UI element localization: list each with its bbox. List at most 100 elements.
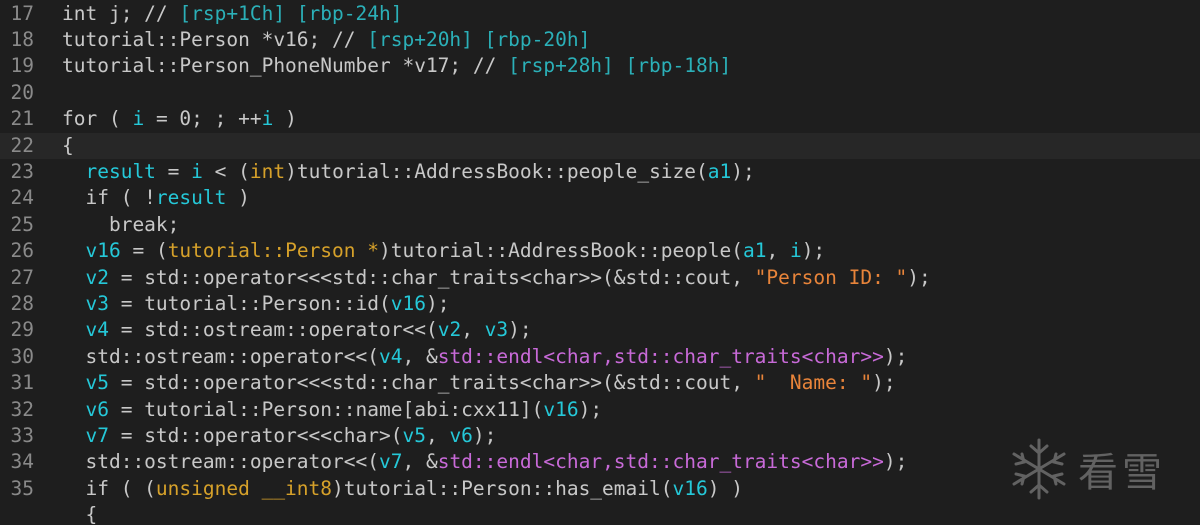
line-number: 33 bbox=[10, 423, 34, 447]
code-text[interactable]: v5 = std::operator<<<std::char_traits<ch… bbox=[62, 370, 896, 396]
line-number: 29 bbox=[10, 318, 34, 342]
code-token: if ( ( bbox=[62, 476, 156, 500]
code-line[interactable]: 32 v6 = tutorial::Person::name[abi:cxx11… bbox=[0, 397, 1200, 423]
code-token: "Person ID: " bbox=[754, 265, 908, 289]
code-token: v3 bbox=[85, 291, 109, 315]
code-text[interactable]: if ( !result ) bbox=[62, 185, 250, 211]
code-token: break; bbox=[62, 212, 180, 236]
code-token: < ( bbox=[202, 159, 250, 183]
line-number: 35 bbox=[10, 476, 34, 500]
code-token: result bbox=[155, 186, 227, 210]
code-token: v16 bbox=[85, 239, 121, 263]
code-token: v2 bbox=[85, 265, 109, 289]
code-text[interactable]: v4 = std::ostream::operator<<(v2, v3); bbox=[62, 317, 531, 343]
code-line[interactable]: 25 break; bbox=[0, 212, 1200, 238]
code-line[interactable]: 24 if ( !result ) bbox=[0, 185, 1200, 211]
code-text[interactable]: v7 = std::operator<<<char>(v5, v6); bbox=[62, 423, 496, 449]
line-number: 21 bbox=[10, 107, 34, 131]
code-token: = bbox=[155, 159, 192, 183]
code-token: ); bbox=[907, 265, 931, 289]
code-text[interactable]: std::ostream::operator<<(v7, &std::endl<… bbox=[62, 449, 907, 475]
code-line[interactable]: 21 for ( i = 0; ; ++i ) bbox=[0, 106, 1200, 132]
code-token: , bbox=[766, 239, 790, 263]
code-token: )tutorial::Person::has_email( bbox=[332, 476, 673, 500]
code-token: tutorial::Person * bbox=[167, 239, 380, 263]
code-line[interactable]: 29 v4 = std::ostream::operator<<(v2, v3)… bbox=[0, 317, 1200, 343]
code-token: ); bbox=[872, 371, 896, 395]
code-token: v7 bbox=[378, 450, 403, 474]
code-token: tutorial::Person *v16; // bbox=[62, 27, 368, 51]
line-number: 27 bbox=[10, 265, 34, 289]
code-token: i bbox=[261, 107, 274, 131]
line-number: 26 bbox=[10, 239, 34, 263]
code-line[interactable]: { bbox=[0, 502, 1200, 525]
code-token: std::endl<char,std::char_traits<char>> bbox=[437, 344, 884, 368]
code-token: std::ostream::operator<<( bbox=[62, 344, 379, 368]
code-line[interactable]: 30 std::ostream::operator<<(v4, &std::en… bbox=[0, 344, 1200, 370]
code-text[interactable]: { bbox=[62, 502, 97, 525]
code-text[interactable]: v3 = tutorial::Person::id(v16); bbox=[62, 291, 449, 317]
code-token: v16 bbox=[672, 476, 708, 500]
code-token: i bbox=[191, 159, 203, 183]
code-token: , bbox=[425, 423, 450, 447]
code-token: v2 bbox=[437, 318, 462, 342]
code-line[interactable]: 26 v16 = (tutorial::Person *)tutorial::A… bbox=[0, 238, 1200, 264]
code-token: i bbox=[132, 107, 145, 131]
code-text[interactable]: std::ostream::operator<<(v4, &std::endl<… bbox=[62, 344, 907, 370]
code-token: for ( bbox=[62, 107, 133, 131]
code-token: = tutorial::Person::name[abi:cxx11]( bbox=[108, 397, 544, 421]
code-line[interactable]: 22 { bbox=[0, 132, 1200, 159]
code-token: , & bbox=[402, 344, 438, 368]
code-text[interactable]: { bbox=[62, 133, 74, 159]
code-line[interactable]: 31 v5 = std::operator<<<std::char_traits… bbox=[0, 370, 1200, 396]
code-token: ); bbox=[883, 344, 908, 368]
code-token: a1 bbox=[707, 159, 732, 183]
code-text[interactable]: v6 = tutorial::Person::name[abi:cxx11](v… bbox=[62, 397, 602, 423]
code-token: result bbox=[85, 159, 156, 183]
code-token: ) bbox=[226, 186, 250, 210]
code-token: if ( ! bbox=[62, 186, 156, 210]
code-text[interactable]: result = i < (int)tutorial::AddressBook:… bbox=[62, 159, 755, 185]
code-text[interactable]: if ( (unsigned __int8)tutorial::Person::… bbox=[62, 476, 743, 502]
code-line[interactable]: 18 tutorial::Person *v16; // [rsp+20h] [r… bbox=[0, 27, 1200, 53]
code-token: v4 bbox=[85, 318, 109, 342]
code-token: ); bbox=[731, 159, 755, 183]
line-number: 30 bbox=[10, 344, 34, 368]
code-line[interactable]: 28 v3 = tutorial::Person::id(v16); bbox=[0, 291, 1200, 317]
code-text[interactable]: int j; // [rsp+1Ch] [rbp-24h] bbox=[62, 1, 402, 27]
code-token: std::ostream::operator<<( bbox=[62, 450, 379, 474]
code-text[interactable]: v16 = (tutorial::Person *)tutorial::Addr… bbox=[62, 238, 825, 264]
line-number: 19 bbox=[10, 54, 34, 78]
code-token: v16 bbox=[390, 291, 426, 315]
code-token: { bbox=[62, 503, 98, 525]
line-number: 25 bbox=[10, 212, 34, 236]
line-number: 22 bbox=[10, 133, 34, 157]
code-token: )tutorial::AddressBook::people_size( bbox=[285, 159, 708, 183]
code-token: { bbox=[62, 133, 74, 157]
code-text[interactable]: tutorial::Person_PhoneNumber *v17; // [r… bbox=[62, 53, 731, 79]
code-token: i bbox=[789, 239, 802, 263]
code-line[interactable]: 23 result = i < (int)tutorial::AddressBo… bbox=[0, 159, 1200, 185]
code-token: ); bbox=[425, 291, 450, 315]
code-line[interactable]: 19 tutorial::Person_PhoneNumber *v17; // … bbox=[0, 53, 1200, 79]
code-token: = std::ostream::operator<<( bbox=[108, 318, 438, 342]
code-token: v3 bbox=[484, 318, 509, 342]
code-text[interactable]: break; bbox=[62, 212, 179, 238]
code-line[interactable]: 20 bbox=[0, 80, 1200, 106]
code-token: ); bbox=[801, 239, 826, 263]
code-line[interactable]: 27 v2 = std::operator<<<std::char_traits… bbox=[0, 265, 1200, 291]
code-text[interactable]: tutorial::Person *v16; // [rsp+20h] [rbp… bbox=[62, 27, 590, 53]
code-token: = 0; ; ++ bbox=[144, 107, 262, 131]
code-text[interactable]: v2 = std::operator<<<std::char_traits<ch… bbox=[62, 265, 931, 291]
code-token: std::endl<char,std::char_traits<char>> bbox=[437, 450, 884, 474]
line-number: 31 bbox=[10, 371, 34, 395]
code-token: = std::operator<<<std::char_traits<char>… bbox=[108, 265, 755, 289]
code-token: ); bbox=[883, 450, 908, 474]
code-line[interactable]: 17 int j; // [rsp+1Ch] [rbp-24h] bbox=[0, 1, 1200, 27]
code-text[interactable]: for ( i = 0; ; ++i ) bbox=[62, 106, 297, 132]
watermark-text: 看雪 bbox=[1078, 450, 1166, 496]
